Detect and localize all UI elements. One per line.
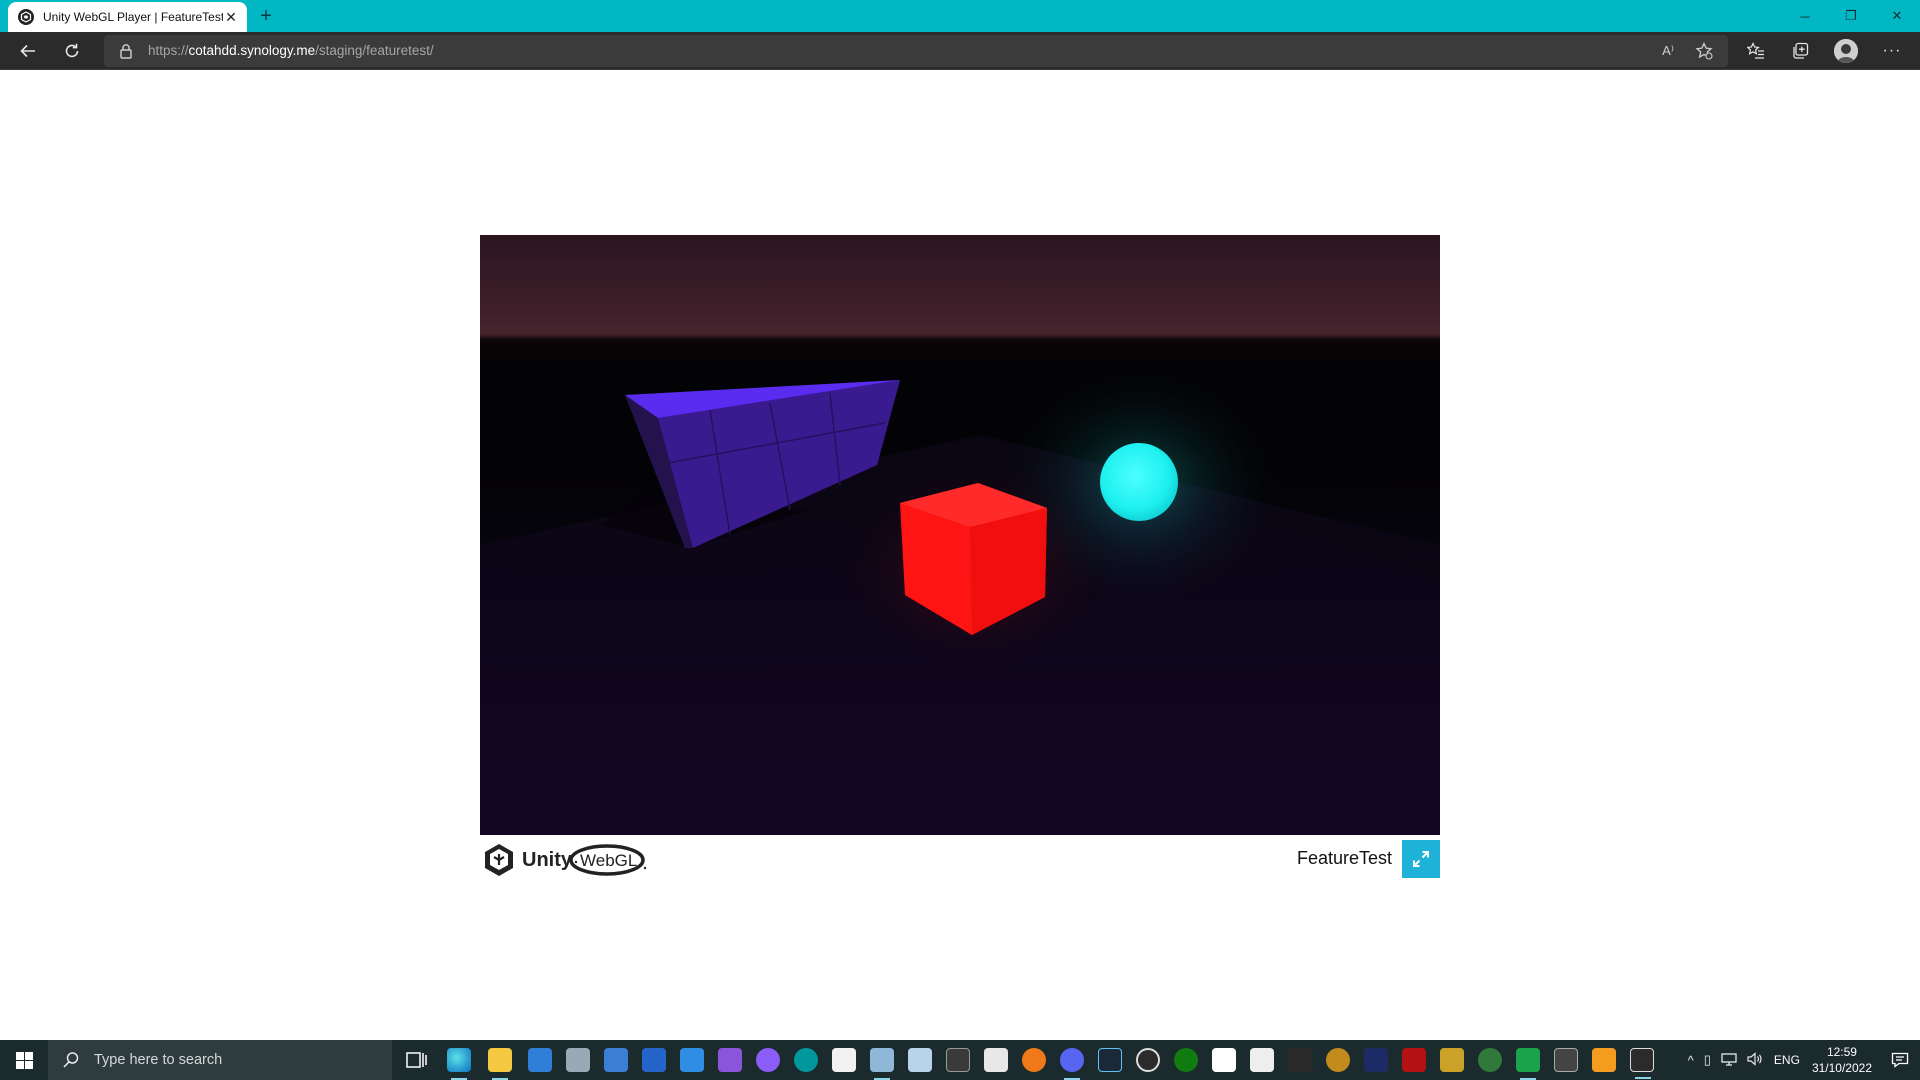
world-of-warcraft-app-icon[interactable] [1326,1048,1350,1072]
discord-app-icon[interactable] [1060,1048,1084,1080]
file-explorer-app-icon[interactable] [488,1048,512,1080]
app-icon[interactable] [1364,1048,1388,1072]
scene-render [480,355,1440,835]
search-placeholder: Type here to search [94,1052,223,1068]
cyan-sphere [1100,443,1178,521]
url-text[interactable]: https://cotahdd.synology.me/staging/feat… [148,43,434,58]
tab-active[interactable]: Unity WebGL Player | FeatureTest ✕ [8,2,247,32]
steam-app-icon[interactable] [1098,1048,1122,1072]
tray-chevron-icon[interactable]: ^ [1688,1053,1694,1068]
paint-app-icon[interactable] [870,1048,894,1080]
tab-close-icon[interactable]: ✕ [223,9,239,25]
app3-icon[interactable] [1440,1048,1464,1072]
windows-icon [15,1051,33,1069]
usb-icon[interactable]: ▯ [1704,1052,1711,1068]
webgl-wordmark: WebGL [580,851,637,870]
acrobat-app-icon[interactable] [1250,1048,1274,1072]
clock-date: 31/10/2022 [1811,1061,1872,1075]
xbox-app-icon[interactable] [1174,1048,1198,1072]
github-app-icon[interactable] [756,1048,780,1072]
clock[interactable]: 12:59 31/10/2022 [1812,1044,1872,1076]
profile-icon[interactable] [1834,39,1858,63]
network-icon[interactable] [1721,1052,1737,1069]
url-scheme: https:// [148,43,189,58]
favorites-icon[interactable] [1742,37,1770,65]
terminal-app-icon[interactable] [946,1048,970,1072]
url-host: cotahdd.synology.me [188,43,316,58]
restore-button[interactable]: ❐ [1828,0,1874,32]
edge-app-icon[interactable] [447,1048,471,1080]
obs-app-icon[interactable] [1136,1048,1160,1072]
excel-app-icon[interactable] [832,1048,856,1072]
vscode-app-icon[interactable] [680,1048,704,1072]
start-button[interactable] [0,1040,48,1080]
address-bar[interactable]: https://cotahdd.synology.me/staging/feat… [104,35,1728,67]
notepad-app-icon[interactable] [908,1048,932,1072]
new-tab-button[interactable]: + [254,4,278,28]
close-window-button[interactable]: ✕ [1874,0,1920,32]
unity-favicon-icon [18,9,34,25]
unity-app-icon[interactable] [1630,1048,1654,1079]
app2-icon[interactable] [1402,1048,1426,1072]
tab-title: Unity WebGL Player | FeatureTest [43,10,223,24]
unity-footer: Unity WebGL FeatureTest [480,838,1440,878]
clock-time: 12:59 [1826,1045,1857,1059]
unity-wordmark: Unity [522,849,573,871]
back-icon[interactable] [14,37,42,65]
fullscreen-icon [1413,851,1429,867]
lock-icon[interactable] [118,43,134,59]
collections-icon[interactable] [1786,37,1814,65]
app4-icon[interactable] [1478,1048,1502,1072]
game-app-icon[interactable] [1288,1048,1312,1072]
remote-desktop-app-icon[interactable] [604,1048,628,1072]
taskbar-search[interactable]: Type here to search [48,1040,392,1080]
unity-hub-app-icon[interactable] [1212,1048,1236,1072]
chat-app-icon[interactable] [1516,1048,1540,1080]
more-icon[interactable]: ··· [1878,37,1906,65]
notification-icon[interactable] [1880,1040,1920,1080]
media-app-icon[interactable] [1592,1048,1616,1072]
minimize-button[interactable]: ─ [1782,0,1828,32]
search-icon [63,1052,79,1068]
unity-webgl-canvas[interactable] [480,235,1440,835]
editor-app-icon[interactable] [984,1048,1008,1072]
unity-webgl-logo: Unity WebGL [482,840,668,878]
mail-app-icon[interactable] [566,1048,590,1072]
volume-icon[interactable] [1747,1051,1763,1069]
system-tray: ^ ▯ ENG 12:59 31/10/2022 [1683,1040,1920,1080]
visual-studio-code-app-icon[interactable] [1554,1048,1578,1072]
task-view-icon[interactable] [404,1050,428,1070]
language-indicator[interactable]: ENG [1774,1053,1800,1067]
visual-studio-app-icon[interactable] [718,1048,742,1072]
outlook-app-icon[interactable] [642,1048,666,1072]
store-app-icon[interactable] [528,1048,552,1072]
url-path: /staging/featuretest/ [315,43,434,58]
refresh-icon[interactable] [58,37,86,65]
read-aloud-icon[interactable]: A⁾ [1658,41,1678,61]
build-title: FeatureTest [1296,848,1392,868]
fullscreen-button[interactable] [1402,840,1440,878]
browser-titlebar: Unity WebGL Player | FeatureTest ✕ + ─ ❐… [0,0,1920,32]
window-controls: ─ ❐ ✕ [1782,0,1920,32]
blender-app-icon[interactable] [1022,1048,1046,1072]
windows-taskbar: Type here to search ^ ▯ ENG 12:59 31/10/… [0,1040,1920,1080]
arduino-app-icon[interactable] [794,1048,818,1072]
browser-toolbar: https://cotahdd.synology.me/staging/feat… [0,32,1920,70]
add-favorite-icon[interactable] [1694,41,1714,61]
